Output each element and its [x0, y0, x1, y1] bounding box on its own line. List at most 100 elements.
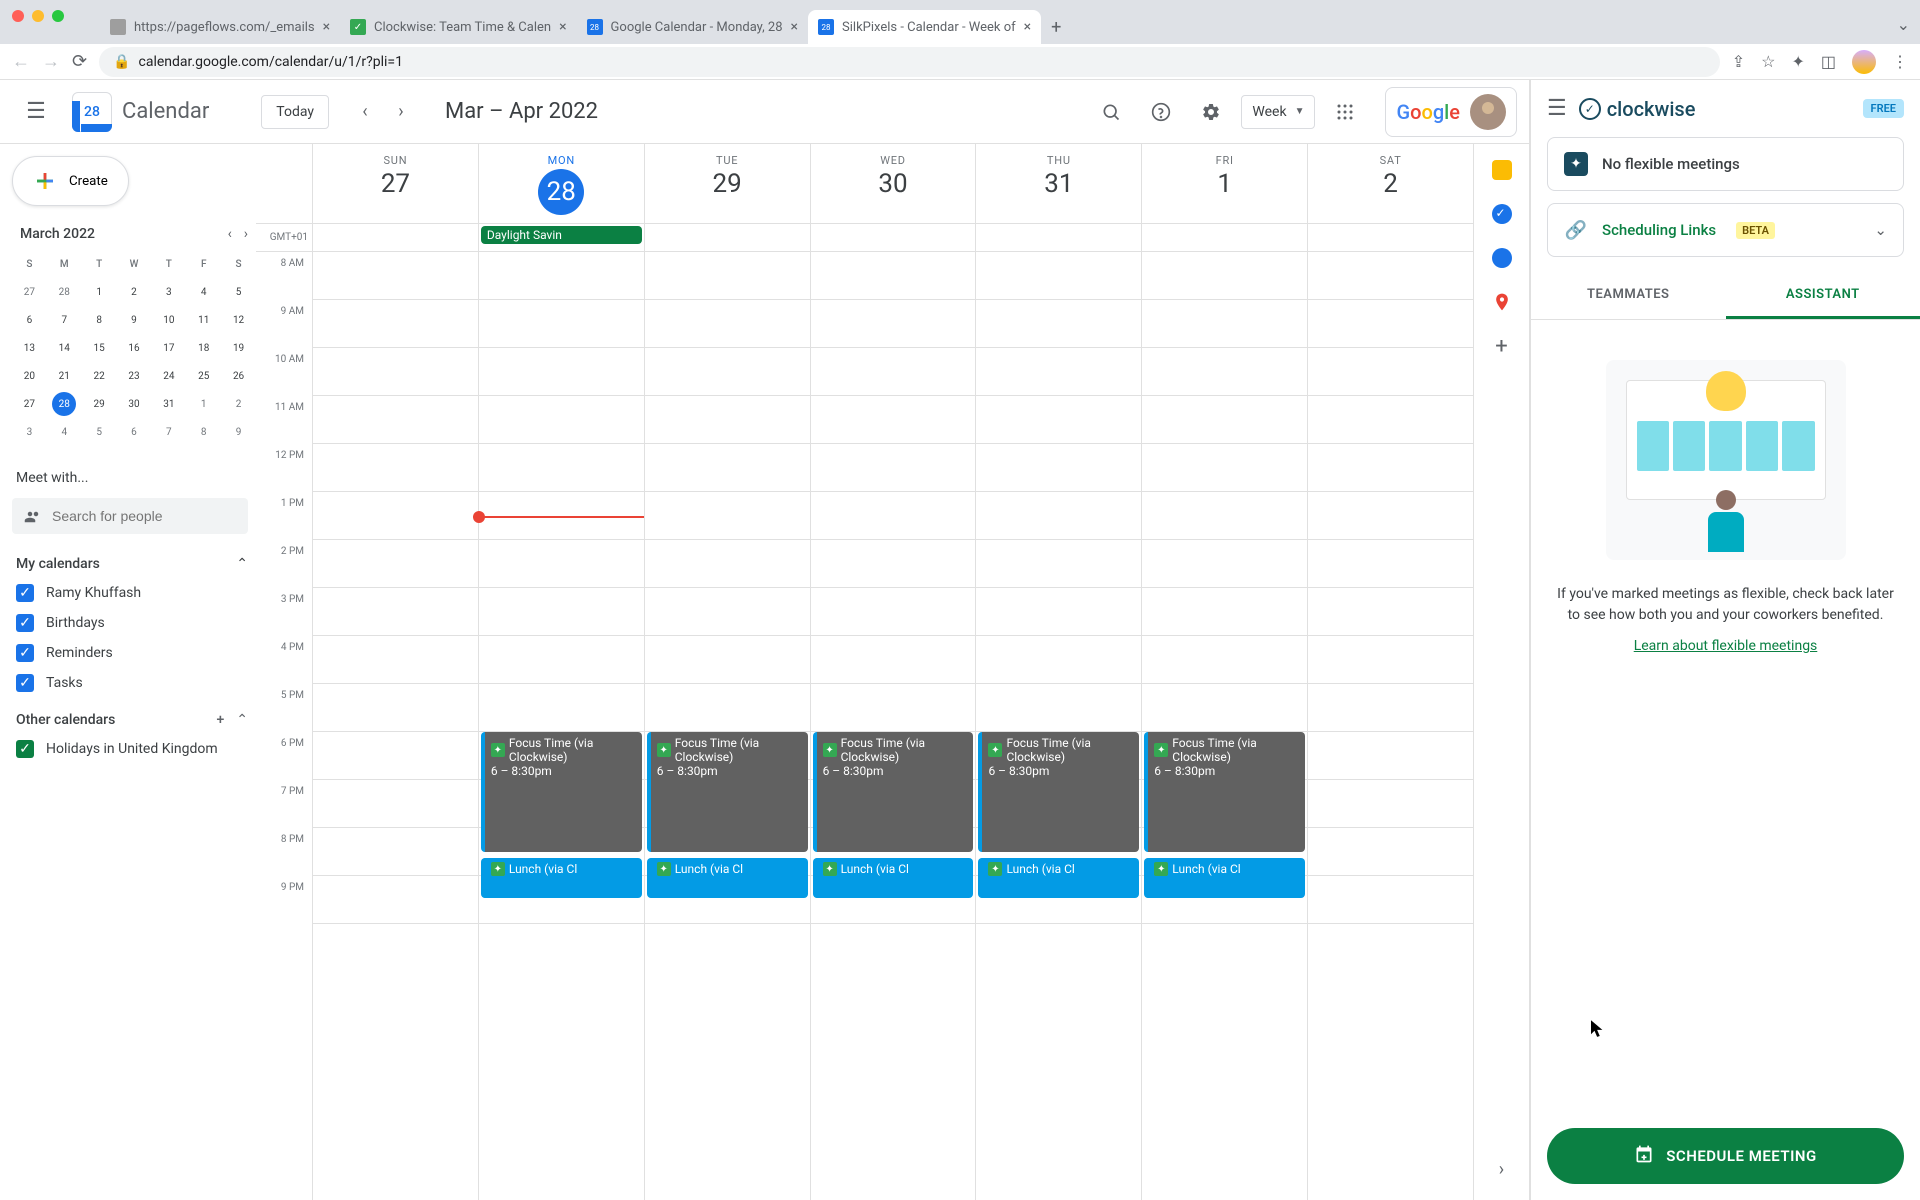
extensions-icon[interactable]: ✦: [1791, 52, 1804, 71]
maps-icon[interactable]: [1492, 292, 1512, 312]
close-tab-icon[interactable]: ×: [323, 19, 330, 35]
mini-cal-day[interactable]: 9: [221, 418, 256, 446]
contacts-icon[interactable]: [1492, 248, 1512, 268]
bookmark-icon[interactable]: ☆: [1761, 52, 1775, 71]
day-header[interactable]: MON 28: [478, 144, 644, 223]
mini-cal-day[interactable]: 8: [82, 306, 117, 334]
browser-tab-pageflows[interactable]: https://pageflows.com/_emails ×: [100, 10, 340, 44]
day-column[interactable]: ✦Focus Time (via Clockwise) 6 – 8:30pm ✦…: [1141, 252, 1307, 1200]
mini-cal-day[interactable]: 29: [82, 390, 117, 418]
time-grid[interactable]: 8 AM9 AM10 AM11 AM12 PM1 PM2 PM3 PM4 PM5…: [256, 252, 1473, 1200]
mini-cal-day[interactable]: 31: [151, 390, 186, 418]
google-account-box[interactable]: Google: [1385, 87, 1517, 137]
minimize-window-button[interactable]: [32, 10, 44, 22]
checkbox-icon[interactable]: ✓: [16, 584, 34, 602]
calendar-item[interactable]: ✓Birthdays: [12, 608, 256, 638]
mini-cal-day[interactable]: 4: [186, 278, 221, 306]
people-search-input[interactable]: [12, 498, 248, 534]
add-addon-icon[interactable]: +: [1492, 336, 1512, 356]
browser-tab-silkpixels[interactable]: 28 SilkPixels - Calendar - Week of ×: [808, 10, 1041, 44]
mini-cal-day[interactable]: 28: [47, 390, 82, 418]
allday-cell-mon[interactable]: Daylight Savin: [478, 224, 644, 251]
lunch-event[interactable]: ✦Lunch (via Cl: [647, 858, 808, 898]
calendar-item[interactable]: ✓Ramy Khuffash: [12, 578, 256, 608]
schedule-meeting-button[interactable]: SCHEDULE MEETING: [1547, 1128, 1904, 1184]
focus-time-event[interactable]: ✦Focus Time (via Clockwise) 6 – 8:30pm: [481, 732, 642, 852]
mini-cal-day[interactable]: 9: [117, 306, 152, 334]
checkbox-icon[interactable]: ✓: [16, 644, 34, 662]
mini-cal-day[interactable]: 12: [221, 306, 256, 334]
mini-cal-day[interactable]: 1: [82, 278, 117, 306]
mini-cal-day[interactable]: 14: [47, 334, 82, 362]
calendar-item[interactable]: ✓Holidays in United Kingdom: [12, 734, 256, 764]
no-flex-meetings-card[interactable]: ✦ No flexible meetings: [1547, 137, 1904, 191]
expand-rail-icon[interactable]: ›: [1499, 1159, 1504, 1180]
day-column[interactable]: [1307, 252, 1473, 1200]
tasks-icon[interactable]: ✓: [1492, 204, 1512, 224]
browser-tab-clockwise[interactable]: ✓ Clockwise: Team Time & Calen ×: [340, 10, 577, 44]
mini-cal-day[interactable]: 15: [82, 334, 117, 362]
checkbox-icon[interactable]: ✓: [16, 614, 34, 632]
mini-cal-day[interactable]: 22: [82, 362, 117, 390]
apps-grid-icon[interactable]: [1325, 92, 1365, 132]
allday-event-chip[interactable]: Daylight Savin: [481, 226, 642, 244]
view-selector[interactable]: Week ▼: [1241, 95, 1315, 129]
settings-icon[interactable]: [1191, 92, 1231, 132]
main-menu-icon[interactable]: ☰: [12, 99, 60, 124]
gcal-logo[interactable]: 28 Calendar: [72, 92, 209, 132]
mini-cal-day[interactable]: 27: [12, 278, 47, 306]
allday-cell-wed[interactable]: [810, 224, 976, 251]
cw-logo[interactable]: ✓ clockwise: [1579, 97, 1696, 121]
mini-cal-day[interactable]: 3: [12, 418, 47, 446]
close-window-button[interactable]: [12, 10, 24, 22]
lunch-event[interactable]: ✦Lunch (via Cl: [813, 858, 974, 898]
mini-cal-day[interactable]: 5: [82, 418, 117, 446]
reload-icon[interactable]: ⟳: [72, 51, 87, 72]
lunch-event[interactable]: ✦Lunch (via Cl: [481, 858, 642, 898]
keep-icon[interactable]: [1492, 160, 1512, 180]
focus-time-event[interactable]: ✦Focus Time (via Clockwise) 6 – 8:30pm: [813, 732, 974, 852]
focus-time-event[interactable]: ✦Focus Time (via Clockwise) 6 – 8:30pm: [647, 732, 808, 852]
focus-time-event[interactable]: ✦Focus Time (via Clockwise) 6 – 8:30pm: [1144, 732, 1305, 852]
back-icon[interactable]: ←: [12, 51, 30, 72]
day-header[interactable]: THU 31: [975, 144, 1141, 223]
checkbox-icon[interactable]: ✓: [16, 674, 34, 692]
mini-cal-day[interactable]: 26: [221, 362, 256, 390]
day-column[interactable]: ✦Focus Time (via Clockwise) 6 – 8:30pm ✦…: [478, 252, 644, 1200]
forward-icon[interactable]: →: [42, 51, 60, 72]
day-column[interactable]: ✦Focus Time (via Clockwise) 6 – 8:30pm ✦…: [810, 252, 976, 1200]
mini-cal-day[interactable]: 4: [47, 418, 82, 446]
my-calendars-toggle[interactable]: My calendars ⌃: [12, 550, 256, 578]
sidepanel-icon[interactable]: ◫: [1821, 52, 1836, 71]
mini-cal-day[interactable]: 17: [151, 334, 186, 362]
mini-cal-day[interactable]: 6: [117, 418, 152, 446]
mini-cal-day[interactable]: 7: [47, 306, 82, 334]
mini-cal-day[interactable]: 27: [12, 390, 47, 418]
mini-next-month-button[interactable]: ›: [244, 226, 248, 242]
mini-cal-day[interactable]: 24: [151, 362, 186, 390]
focus-time-event[interactable]: ✦Focus Time (via Clockwise) 6 – 8:30pm: [978, 732, 1139, 852]
tabs-dropdown-icon[interactable]: ⌄: [1887, 5, 1920, 44]
mini-cal-day[interactable]: 23: [117, 362, 152, 390]
day-header[interactable]: WED 30: [810, 144, 976, 223]
mini-cal-day[interactable]: 19: [221, 334, 256, 362]
day-column[interactable]: ✦Focus Time (via Clockwise) 6 – 8:30pm ✦…: [644, 252, 810, 1200]
share-icon[interactable]: ⇪: [1732, 52, 1745, 71]
browser-tab-gcal[interactable]: 28 Google Calendar - Monday, 28 ×: [577, 10, 808, 44]
allday-cell-sat[interactable]: [1307, 224, 1473, 251]
mini-cal-day[interactable]: 25: [186, 362, 221, 390]
day-column[interactable]: ✦Focus Time (via Clockwise) 6 – 8:30pm ✦…: [975, 252, 1141, 1200]
mini-cal-day[interactable]: 13: [12, 334, 47, 362]
add-calendar-icon[interactable]: +: [216, 712, 224, 728]
allday-cell-thu[interactable]: [975, 224, 1141, 251]
mini-cal-day[interactable]: 16: [117, 334, 152, 362]
close-tab-icon[interactable]: ×: [559, 19, 566, 35]
day-header[interactable]: TUE 29: [644, 144, 810, 223]
mini-cal-day[interactable]: 2: [221, 390, 256, 418]
mini-cal-day[interactable]: 20: [12, 362, 47, 390]
browser-menu-icon[interactable]: ⋮: [1892, 52, 1908, 71]
next-week-button[interactable]: ›: [385, 96, 417, 128]
allday-cell-fri[interactable]: [1141, 224, 1307, 251]
other-calendars-toggle[interactable]: Other calendars + ⌃: [12, 706, 256, 734]
learn-flexible-link[interactable]: Learn about flexible meetings: [1634, 638, 1818, 654]
